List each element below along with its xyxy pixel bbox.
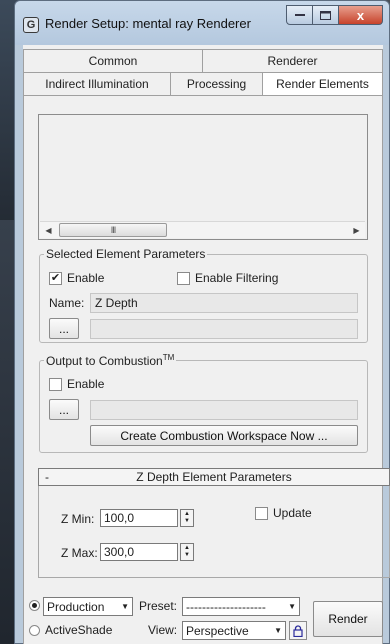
combustion-enable-checkbox[interactable]: Enable xyxy=(49,377,104,391)
name-field[interactable]: Z Depth xyxy=(90,293,358,313)
close-button[interactable]: x xyxy=(339,5,383,25)
zdepth-rollout-body xyxy=(38,486,390,578)
browse-combustion-button[interactable]: ... xyxy=(49,399,79,420)
activeshade-radio[interactable]: ActiveShade xyxy=(29,623,112,637)
tab-row-1: Common Renderer xyxy=(23,49,383,72)
minimize-button[interactable] xyxy=(286,5,313,25)
combustion-enable-box xyxy=(49,377,62,391)
create-combustion-workspace-button[interactable]: Create Combustion Workspace Now ... xyxy=(90,425,358,446)
view-dropdown[interactable]: Perspective ▼ xyxy=(182,621,286,640)
update-label: Update xyxy=(273,506,312,520)
production-radio-dot xyxy=(29,600,40,611)
enable-filtering-checkbox[interactable]: Enable Filtering xyxy=(177,271,278,285)
preset-dropdown[interactable]: -------------------- ▼ xyxy=(182,597,300,616)
zmax-spinner-icon[interactable]: ▲ ▼ xyxy=(180,543,194,561)
maximize-icon xyxy=(320,10,331,20)
tab-common[interactable]: Common xyxy=(23,49,203,72)
zmin-input[interactable]: 100,0 xyxy=(100,509,178,527)
zmax-label: Z Max: xyxy=(61,546,98,560)
production-mode-dropdown[interactable]: Production ▼ xyxy=(43,597,133,616)
lock-view-button[interactable] xyxy=(289,621,307,640)
zmin-spinner-icon[interactable]: ▲ ▼ xyxy=(180,509,194,527)
preset-value: -------------------- xyxy=(186,599,266,614)
enable-check-icon: ✔ xyxy=(49,271,62,285)
zdepth-rollout-header[interactable]: - Z Depth Element Parameters xyxy=(38,468,390,486)
tab-render-elements[interactable]: Render Elements xyxy=(263,72,383,95)
close-icon: x xyxy=(356,7,365,23)
zmax-input[interactable]: 300,0 xyxy=(100,543,178,561)
production-mode-value: Production xyxy=(47,599,105,614)
preset-label: Preset: xyxy=(139,599,178,613)
tab-renderer[interactable]: Renderer xyxy=(203,49,383,72)
zmin-label: Z Min: xyxy=(61,512,95,526)
view-value: Perspective xyxy=(186,623,249,638)
tab-row-2: Indirect Illumination Processing Render … xyxy=(23,72,383,95)
chevron-down-icon: ▼ xyxy=(274,626,282,635)
element-output-path-field[interactable] xyxy=(90,319,358,339)
enable-label: Enable xyxy=(67,271,105,285)
tab-processing[interactable]: Processing xyxy=(171,72,263,95)
activeshade-radio-dot xyxy=(29,624,40,636)
window-title: Render Setup: mental ray Renderer xyxy=(45,16,251,31)
scroll-right-arrow-icon[interactable]: ▶ xyxy=(348,222,365,238)
tab-indirect-illumination[interactable]: Indirect Illumination xyxy=(23,72,171,95)
render-button[interactable]: Render xyxy=(313,601,383,637)
title-bar[interactable]: G Render Setup: mental ray Renderer x xyxy=(15,1,389,45)
enable-checkbox[interactable]: ✔ Enable xyxy=(49,271,104,285)
zdepth-rollout-title: Z Depth Element Parameters xyxy=(136,470,292,484)
combustion-enable-label: Enable xyxy=(67,377,105,391)
update-box xyxy=(255,506,268,520)
selected-element-parameters-legend: Selected Element Parameters xyxy=(46,247,206,261)
enable-filtering-box xyxy=(177,271,190,285)
chevron-down-icon: ▼ xyxy=(288,602,296,611)
caption-buttons: x xyxy=(286,5,383,25)
list-horizontal-scrollbar[interactable]: ◀ III ▶ xyxy=(40,221,365,238)
render-elements-list[interactable]: ◀ III ▶ xyxy=(38,114,368,240)
update-checkbox[interactable]: Update xyxy=(255,506,312,520)
view-label: View: xyxy=(148,623,178,637)
scroll-thumb[interactable]: III xyxy=(59,223,167,237)
combustion-path-field[interactable] xyxy=(90,400,358,420)
scroll-left-arrow-icon[interactable]: ◀ xyxy=(40,222,57,238)
browse-element-button[interactable]: ... xyxy=(49,318,79,339)
chevron-down-icon: ▼ xyxy=(121,602,129,611)
lock-icon xyxy=(293,624,303,637)
render-setup-window: G Render Setup: mental ray Renderer x Co… xyxy=(14,0,390,644)
enable-filtering-label: Enable Filtering xyxy=(195,271,279,285)
app-icon[interactable]: G xyxy=(23,17,39,33)
maximize-button[interactable] xyxy=(313,5,339,25)
name-label: Name: xyxy=(49,296,85,310)
output-to-combustion-legend: Output to CombustionTM xyxy=(46,353,175,368)
minimize-icon xyxy=(294,14,305,16)
activeshade-label: ActiveShade xyxy=(45,623,113,637)
